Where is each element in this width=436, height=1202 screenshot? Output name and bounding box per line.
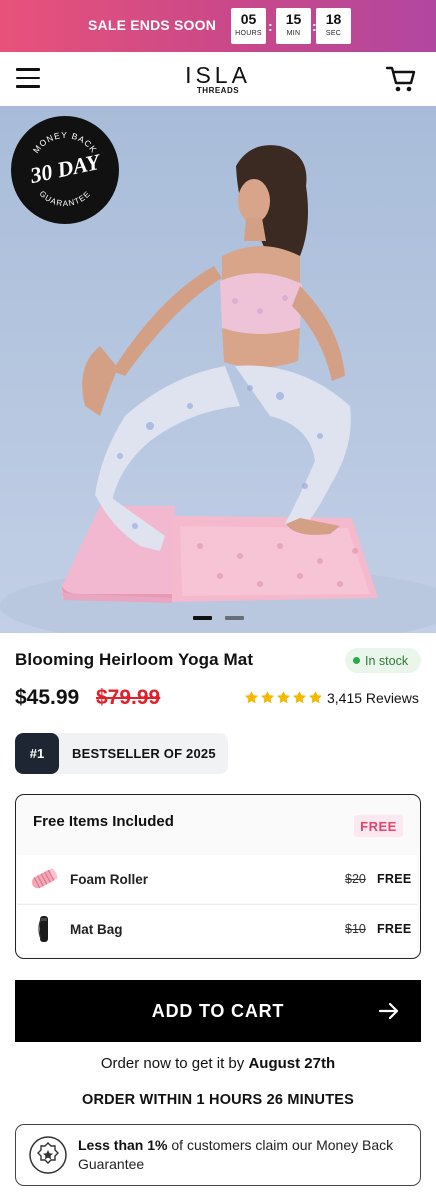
guarantee-text: Less than 1% of customers claim our Mone…	[78, 1136, 408, 1174]
delivery-prefix: Order now to get it by	[100, 1055, 249, 1072]
bestseller-rank: #1	[15, 733, 59, 774]
hours-value: 05	[240, 11, 257, 27]
cart-icon[interactable]	[386, 65, 416, 93]
free-item-now: FREE	[377, 922, 412, 936]
star-icon	[261, 691, 274, 704]
carousel-dot-2[interactable]	[225, 616, 244, 620]
free-item-name: Mat Bag	[70, 921, 123, 937]
countdown-minutes: 15 MIN	[276, 8, 311, 44]
sale-label: SALE ENDS SOON	[88, 17, 217, 33]
delivery-date: August 27th	[248, 1055, 336, 1072]
badge-bottom-text: GUARANTEE	[38, 189, 93, 208]
countdown-separator: :	[268, 18, 273, 34]
free-tag: FREE	[354, 815, 403, 837]
brand-logo[interactable]: ISLA THREADS	[170, 62, 266, 96]
free-items-box: Free Items Included FREE Foam Roller $20…	[15, 794, 421, 959]
seconds-value: 18	[325, 11, 342, 27]
countdown-hours: 05 HOURS	[231, 8, 266, 44]
add-to-cart-button[interactable]: ADD TO CART	[15, 980, 421, 1042]
menu-icon[interactable]	[16, 68, 40, 90]
star-icon	[309, 691, 322, 704]
star-icon	[293, 691, 306, 704]
guarantee-note: Less than 1% of customers claim our Mone…	[15, 1124, 421, 1186]
free-item-row: Mat Bag $10 FREE	[17, 905, 417, 953]
free-items-heading: Free Items Included	[33, 813, 174, 830]
stock-dot-icon	[353, 657, 360, 664]
current-price: $45.99	[15, 686, 80, 709]
original-price: $79.99	[96, 686, 161, 709]
free-item-was-price: $10	[345, 922, 366, 936]
foam-roller-icon	[31, 868, 58, 889]
free-item-row: Foam Roller $20 FREE	[17, 855, 417, 903]
bestseller-badge: #1 BESTSELLER OF 2025	[15, 733, 228, 774]
hours-unit: HOURS	[235, 30, 262, 37]
product-title: Blooming Heirloom Yoga Mat	[15, 650, 254, 669]
stock-badge: In stock	[345, 648, 421, 673]
add-to-cart-label: ADD TO CART	[151, 1000, 285, 1021]
money-back-badge: MONEY BACK GUARANTEE 30 DAY	[11, 116, 119, 224]
rating-stars[interactable]	[244, 690, 323, 705]
arrow-right-icon	[378, 1002, 399, 1020]
guarantee-bold: Less than 1%	[78, 1137, 168, 1153]
mat-bag-icon	[38, 916, 48, 942]
delivery-estimate: Order now to get it by August 27th	[0, 1055, 436, 1072]
stock-label: In stock	[365, 653, 409, 668]
carousel-dots	[193, 616, 244, 620]
product-hero-image[interactable]: MONEY BACK GUARANTEE 30 DAY	[0, 106, 436, 633]
brand-name: ISLA	[185, 62, 251, 88]
free-item-now: FREE	[377, 872, 412, 886]
reviews-count[interactable]: 3,415 Reviews	[327, 690, 419, 706]
carousel-dot-1[interactable]	[193, 616, 212, 620]
minutes-value: 15	[285, 11, 302, 27]
seconds-unit: SEC	[325, 30, 342, 37]
bestseller-label: BESTSELLER OF 2025	[72, 746, 216, 761]
minutes-unit: MIN	[286, 30, 301, 37]
countdown-seconds: 18 SEC	[316, 8, 351, 44]
star-icon	[277, 691, 290, 704]
order-within-countdown: ORDER WITHIN 1 HOURS 26 MINUTES	[81, 1092, 355, 1108]
free-item-was-price: $20	[345, 872, 366, 886]
star-icon	[245, 691, 258, 704]
sale-countdown-bar: SALE ENDS SOON 05 HOURS : 15 MIN : 18 SE…	[0, 0, 436, 52]
site-header: ISLA THREADS	[0, 52, 436, 106]
guarantee-seal-icon	[29, 1136, 67, 1174]
free-item-name: Foam Roller	[70, 871, 149, 887]
